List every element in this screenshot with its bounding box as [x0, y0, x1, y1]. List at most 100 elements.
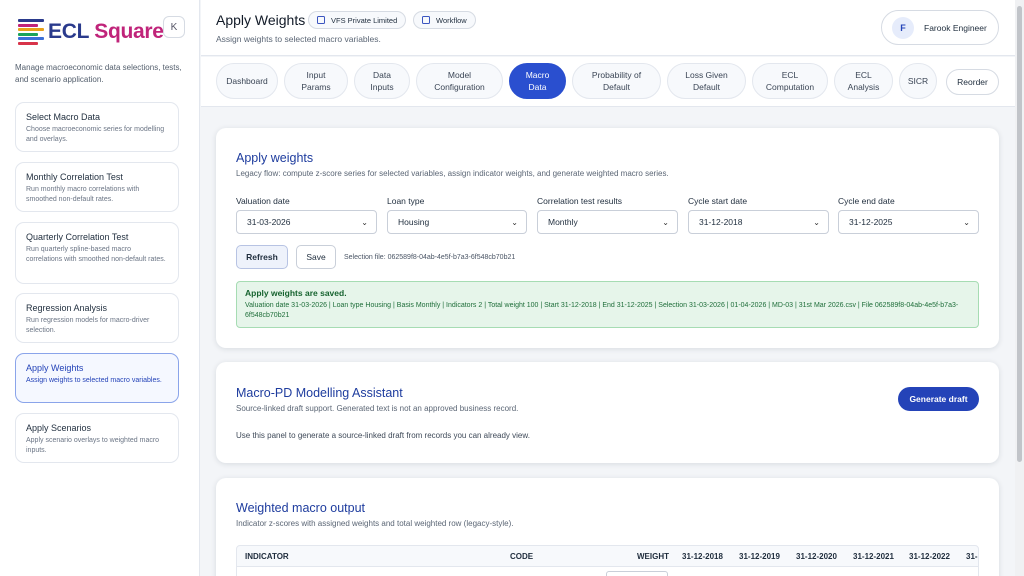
workflow-chip[interactable]: Workflow	[413, 11, 476, 29]
module-tabs: Dashboard Input Params Data Inputs Model…	[201, 57, 1015, 107]
logo-text-ecl: ECL	[48, 20, 89, 43]
sidebar-item-monthly-correlation-test[interactable]: Monthly Correlation Test Run monthly mac…	[15, 162, 179, 212]
col-date-2020: 31-12-2020	[796, 552, 837, 561]
sidebar-item-regression-analysis[interactable]: Regression Analysis Run regression model…	[15, 293, 179, 343]
sidebar: ECL Square K Manage macroeconomic data s…	[0, 0, 200, 576]
valuation-date-select[interactable]: 31-03-2026 ⌄	[236, 210, 377, 234]
chevron-down-icon: ⌄	[361, 218, 368, 227]
col-date-2022: 31-12-2022	[909, 552, 950, 561]
tab-loss-given-default[interactable]: Loss Given Default	[667, 63, 746, 99]
tab-ecl-computation[interactable]: ECL Computation	[752, 63, 828, 99]
assistant-subtitle: Source-linked draft support. Generated t…	[236, 404, 519, 413]
sidebar-item-desc: Run monthly macro correlations with smoo…	[26, 186, 140, 203]
sidebar-item-title: Select Macro Data	[26, 112, 101, 122]
refresh-button[interactable]: Refresh	[236, 245, 288, 269]
chevron-down-icon: ⌄	[963, 218, 970, 227]
main-content: Apply weights Legacy flow: compute z-sco…	[201, 107, 1015, 576]
correlation-results-select[interactable]: Monthly ⌄	[537, 210, 678, 234]
collapse-sidebar-button[interactable]: K	[163, 16, 185, 38]
output-subtitle: Indicator z-scores with assigned weights…	[236, 519, 514, 528]
tab-macro-data[interactable]: Macro Data	[509, 63, 566, 99]
correlation-results-value: Monthly	[548, 217, 578, 227]
valuation-date-value: 31-03-2026	[247, 217, 291, 227]
tab-ecl-analysis[interactable]: ECL Analysis	[834, 63, 893, 99]
page-header: Apply Weights Assign weights to selected…	[201, 0, 1015, 56]
alert-detail: Valuation date 31-03-2026 | Loan type Ho…	[245, 302, 959, 319]
sidebar-item-title: Apply Weights	[26, 363, 84, 373]
col-date-2018: 31-12-2018	[682, 552, 723, 561]
cycle-start-select[interactable]: 31-12-2018 ⌄	[688, 210, 829, 234]
output-title: Weighted macro output	[236, 501, 366, 515]
sidebar-item-title: Regression Analysis	[26, 303, 108, 313]
tab-model-configuration[interactable]: Model Configuration	[416, 63, 503, 99]
correlation-results-label: Correlation test results	[537, 196, 623, 206]
assistant-note: Use this panel to generate a source-link…	[236, 431, 530, 440]
assistant-title: Macro-PD Modelling Assistant	[236, 386, 403, 400]
brand-logo: ECL Square	[18, 19, 164, 45]
loan-type-select[interactable]: Housing ⌄	[387, 210, 527, 234]
sidebar-item-select-macro-data[interactable]: Select Macro Data Choose macroeconomic s…	[15, 102, 179, 152]
sidebar-item-desc: Assign weights to selected macro variabl…	[26, 377, 162, 384]
sidebar-item-apply-scenarios[interactable]: Apply Scenarios Apply scenario overlays …	[15, 413, 179, 463]
page-subtitle: Assign weights to selected macro variabl…	[216, 34, 381, 44]
company-chip-label: VFS Private Limited	[331, 15, 398, 25]
tab-sicr[interactable]: SICR	[899, 63, 937, 99]
scrollbar-thumb[interactable]	[1017, 6, 1022, 462]
logo-stripe	[18, 23, 38, 27]
loan-type-value: Housing	[398, 217, 430, 227]
generate-draft-button[interactable]: Generate draft	[898, 387, 979, 411]
cycle-start-value: 31-12-2018	[699, 217, 743, 227]
tab-probability-of-default[interactable]: Probability of Default	[572, 63, 661, 99]
cycle-end-select[interactable]: 31-12-2025 ⌄	[838, 210, 979, 234]
apply-weights-subtitle: Legacy flow: compute z-score series for …	[236, 169, 669, 178]
table-row	[236, 567, 979, 576]
sidebar-item-quarterly-correlation-test[interactable]: Quarterly Correlation Test Run quarterly…	[15, 222, 179, 284]
chevron-down-icon: ⌄	[813, 218, 820, 227]
page-scrollbar[interactable]	[1015, 0, 1024, 576]
logo-text-square: Square	[94, 20, 164, 43]
save-button[interactable]: Save	[296, 245, 336, 269]
col-date-next: 31-	[966, 552, 978, 561]
chevron-down-icon: ⌄	[511, 218, 518, 227]
weight-input[interactable]	[606, 571, 668, 576]
col-date-2021: 31-12-2021	[853, 552, 894, 561]
logo-stripe	[18, 28, 44, 32]
tab-input-params[interactable]: Input Params	[284, 63, 348, 99]
user-name: Farook Engineer	[924, 22, 987, 33]
cycle-end-label: Cycle end date	[838, 196, 895, 206]
page-title: Apply Weights	[216, 12, 306, 28]
col-date-2019: 31-12-2019	[739, 552, 780, 561]
sidebar-item-apply-weights[interactable]: Apply Weights Assign weights to selected…	[15, 353, 179, 403]
logo-stripe	[18, 41, 38, 45]
success-alert: Apply weights are saved. Valuation date …	[236, 281, 979, 328]
workflow-icon	[422, 16, 430, 24]
col-code: CODE	[510, 552, 534, 561]
building-icon	[317, 16, 325, 24]
valuation-date-label: Valuation date	[236, 196, 290, 206]
assistant-card: Macro-PD Modelling Assistant Source-link…	[216, 362, 999, 463]
cycle-end-value: 31-12-2025	[849, 217, 893, 227]
logo-stripe	[18, 32, 38, 36]
col-weight: WEIGHT	[637, 552, 669, 561]
company-chip[interactable]: VFS Private Limited	[308, 11, 407, 29]
workflow-chip-label: Workflow	[436, 15, 467, 25]
chevron-down-icon: ⌄	[662, 218, 669, 227]
sidebar-item-desc: Run quarterly spline-based macro correla…	[26, 246, 166, 263]
apply-weights-card: Apply weights Legacy flow: compute z-sco…	[216, 128, 999, 348]
avatar: F	[892, 16, 914, 39]
col-indicator: INDICATOR	[245, 552, 289, 561]
selection-file-text: Selection file: 062589f8-04ab-4e5f-b7a3-…	[344, 254, 516, 261]
sidebar-description: Manage macroeconomic data selections, te…	[15, 63, 182, 84]
reorder-tabs-button[interactable]: Reorder	[946, 69, 999, 95]
apply-weights-title: Apply weights	[236, 151, 314, 165]
logo-stripe	[18, 37, 44, 41]
sidebar-item-desc: Choose macroeconomic series for modellin…	[26, 126, 165, 143]
sidebar-item-desc: Run regression models for macro-driver s…	[26, 317, 150, 334]
weighted-output-card: Weighted macro output Indicator z-scores…	[216, 478, 999, 576]
user-menu-button[interactable]: F Farook Engineer	[881, 10, 999, 45]
tab-dashboard[interactable]: Dashboard	[216, 63, 278, 99]
output-table-header: INDICATOR CODE WEIGHT 31-12-2018 31-12-2…	[236, 545, 979, 567]
alert-title: Apply weights are saved.	[245, 288, 347, 298]
sidebar-item-desc: Apply scenario overlays to weighted macr…	[26, 437, 160, 454]
tab-data-inputs[interactable]: Data Inputs	[354, 63, 410, 99]
